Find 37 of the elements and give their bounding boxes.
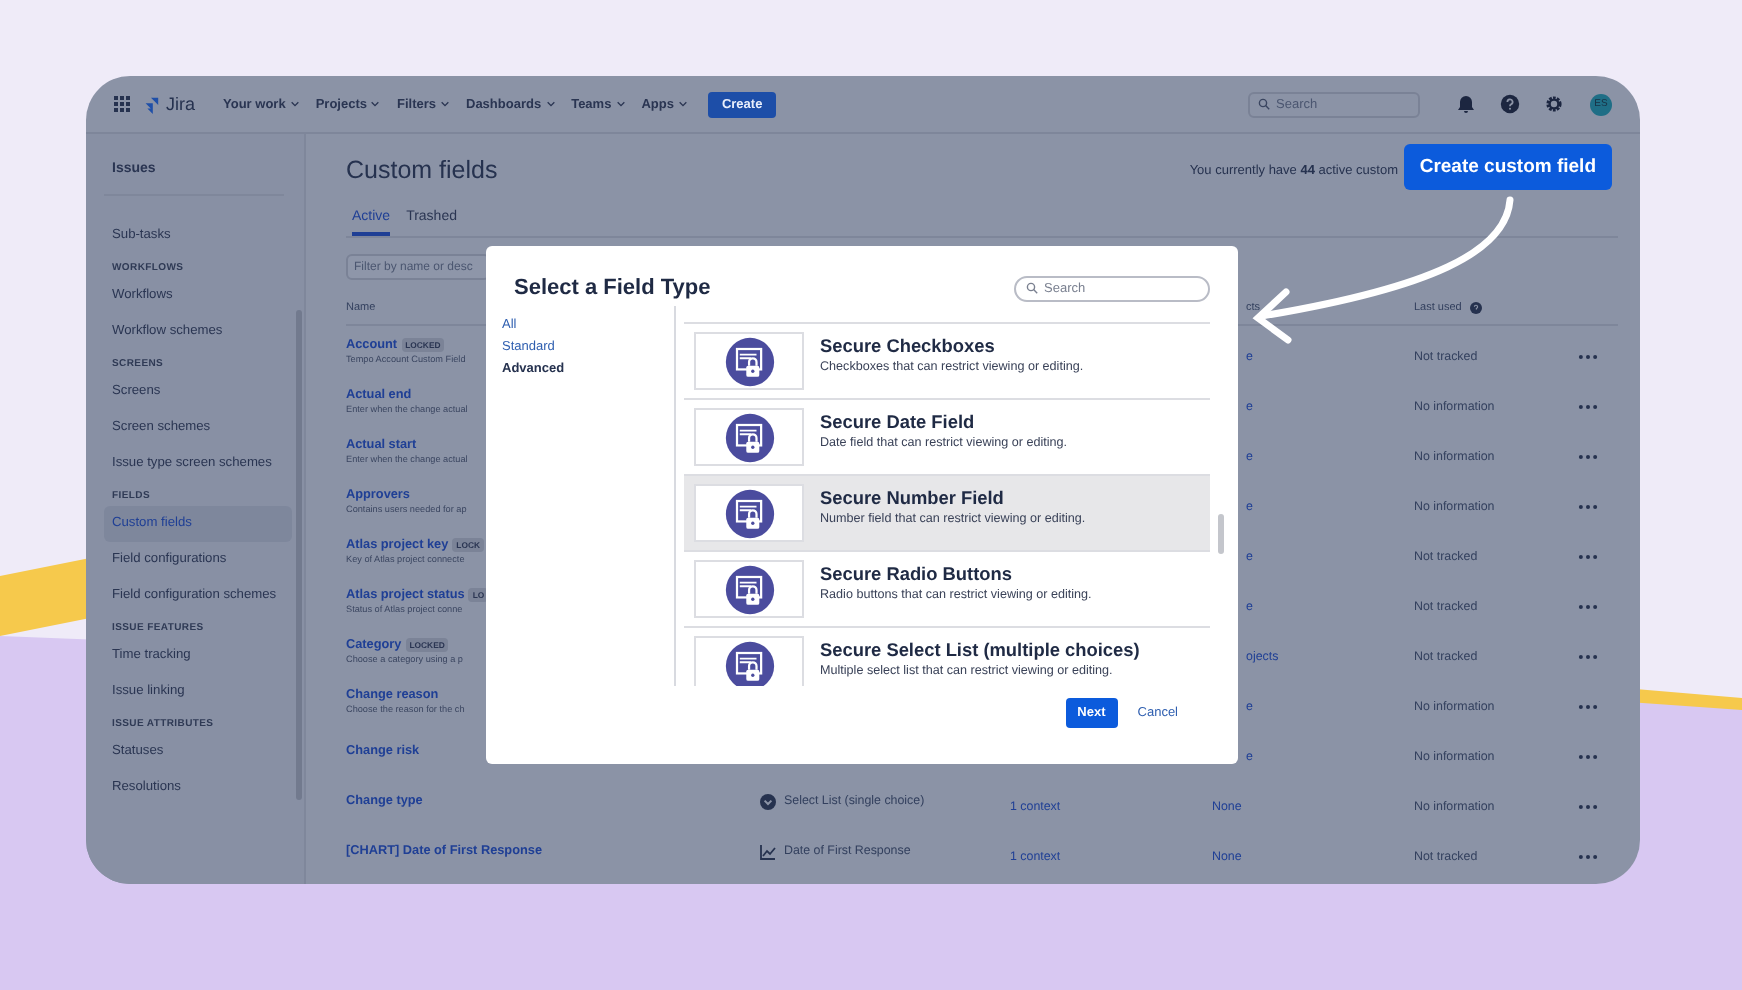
chevron-down-icon — [545, 100, 556, 108]
chevron-down-icon — [289, 100, 300, 108]
logo-text[interactable]: Jira — [166, 94, 196, 114]
chevron-circle-icon — [760, 793, 776, 809]
more-icon[interactable] — [1578, 353, 1598, 359]
help-icon[interactable] — [1469, 302, 1482, 314]
settings-icon[interactable] — [1544, 94, 1564, 114]
create-custom-field-button[interactable]: Create custom field — [1403, 144, 1612, 190]
more-icon[interactable] — [1578, 853, 1598, 859]
line-chart-icon — [760, 843, 776, 859]
more-icon[interactable] — [1578, 753, 1598, 759]
more-icon[interactable] — [1578, 603, 1598, 609]
search-icon — [1258, 98, 1270, 110]
scrollbar[interactable] — [1218, 514, 1224, 554]
app-grid-icon[interactable] — [114, 96, 130, 112]
more-icon[interactable] — [1578, 653, 1598, 659]
chevron-down-icon — [677, 100, 688, 108]
dialog-title: Select a Field Type — [514, 276, 711, 300]
locked-field-icon — [723, 411, 775, 463]
more-icon[interactable] — [1578, 503, 1598, 509]
locked-field-icon — [723, 335, 775, 387]
page-title: Custom fields — [346, 156, 498, 184]
search-icon — [1026, 282, 1038, 294]
locked-field-icon — [723, 563, 775, 615]
chevron-down-icon — [615, 100, 626, 108]
chevron-down-icon — [440, 100, 450, 108]
help-icon[interactable] — [1500, 94, 1520, 114]
more-icon[interactable] — [1578, 453, 1598, 459]
locked-field-icon — [723, 639, 775, 686]
logo-icon — [142, 95, 160, 113]
bell-icon[interactable] — [1456, 94, 1476, 114]
more-icon[interactable] — [1578, 553, 1598, 559]
locked-field-icon — [723, 487, 775, 539]
more-icon[interactable] — [1578, 703, 1598, 709]
chevron-down-icon — [370, 100, 381, 108]
more-icon[interactable] — [1578, 403, 1598, 409]
more-icon[interactable] — [1578, 803, 1598, 809]
